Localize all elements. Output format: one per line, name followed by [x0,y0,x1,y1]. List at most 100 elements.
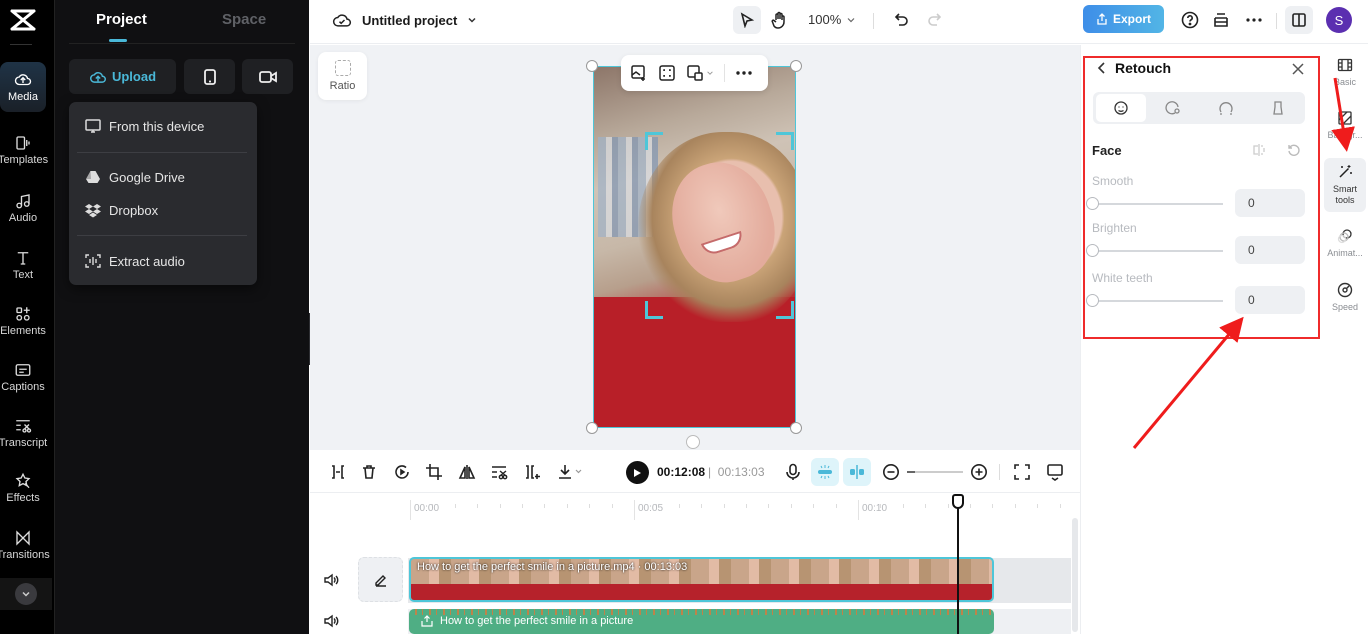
google-drive-icon [86,171,100,183]
video-clip-label: How to get the perfect smile in a pictur… [417,561,688,573]
background-icon [1338,111,1352,125]
stack-menu-button[interactable] [1207,6,1235,34]
playhead-line[interactable] [957,508,959,634]
timeline-scrollbar[interactable] [1072,518,1078,632]
layout-toggle-button[interactable] [1285,6,1313,34]
auto-snap-toggle[interactable] [811,458,839,486]
menu-item-extract-audio[interactable]: Extract audio [85,253,185,269]
rotate-handle[interactable] [686,435,700,449]
phone-upload-button[interactable] [184,59,235,94]
rail-label: Media [8,91,38,103]
cursor-icon [740,12,755,28]
help-button[interactable] [1176,6,1204,34]
fit-frame-icon[interactable] [658,64,676,82]
rail-item-transcript[interactable]: Transcript [0,408,47,458]
rail-item-captions[interactable]: Captions [0,352,46,402]
upload-dropdown-menu: From this device Google Drive Dropbox Ex… [69,102,257,285]
resize-handle-br[interactable] [790,422,802,434]
project-title-menu[interactable]: Untitled project [332,11,477,29]
delete-button[interactable] [359,462,379,482]
fullscreen-icon [1014,464,1030,480]
zoom-in-button[interactable] [969,462,989,482]
menu-divider [77,235,247,236]
user-avatar[interactable]: S [1326,7,1352,33]
rail-item-text[interactable]: Text [0,240,46,290]
tab-smart-tools[interactable]: Smart tools [1324,158,1366,212]
display-settings-button[interactable] [1045,462,1065,482]
video-track-volume-icon[interactable] [323,572,339,588]
download-menu-button[interactable] [554,462,586,482]
phone-icon [203,68,216,85]
more-horizontal-icon [1246,18,1262,22]
menu-item-google-drive[interactable]: Google Drive [85,169,185,185]
playhead-handle[interactable] [952,494,964,509]
record-voiceover-button[interactable] [783,462,803,482]
split-button[interactable] [328,462,348,482]
zoom-level-select[interactable]: 100% [808,12,856,27]
rail-item-transitions[interactable]: Transitions [0,520,50,570]
resize-handle-bl[interactable] [586,422,598,434]
camera-icon [258,70,277,83]
ruler-tick [1037,504,1039,508]
timeline-zoom-slider[interactable] [907,471,963,473]
transcript-edit-button[interactable] [489,462,509,482]
ruler-tick [970,504,971,508]
select-tool-button[interactable] [733,6,761,34]
extracted-audio-icon [421,615,433,627]
record-camera-button[interactable] [242,59,293,94]
rail-item-effects[interactable]: Effects [0,463,46,513]
edit-cover-button[interactable] [358,557,403,602]
zoom-out-button[interactable] [881,462,901,482]
ruler-major-tick [410,500,411,520]
tab-animation[interactable]: Animat... [1324,228,1366,259]
replace-media-icon[interactable] [686,64,704,82]
tab-basic[interactable]: Basic [1324,57,1366,88]
hand-tool-button[interactable] [765,6,793,34]
tab-speed[interactable]: Speed [1324,282,1366,313]
ruler-tick [813,504,815,508]
mirror-icon [458,465,476,479]
elements-icon [16,307,30,321]
chevron-down-icon[interactable] [706,69,714,77]
more-horizontal-icon[interactable] [735,64,753,82]
ruler-tick [723,504,725,508]
upload-button[interactable]: Upload [69,59,176,94]
tab-space[interactable]: Space [222,11,266,28]
timeline[interactable]: 00:00 00:05 00:10 How to get the perfect… [310,494,1080,634]
fullscreen-button[interactable] [1012,462,1032,482]
crop-button[interactable] [424,462,444,482]
ruler-tick [835,504,837,508]
resize-handle-tr[interactable] [790,60,802,72]
resize-handle-tl[interactable] [586,60,598,72]
rail-item-media[interactable]: Media [0,62,46,112]
redo-button[interactable] [920,6,948,34]
more-options-button[interactable] [1240,6,1268,34]
play-button[interactable] [626,461,649,484]
audio-track-volume-icon[interactable] [323,613,339,629]
tab-background[interactable]: Backgr... [1324,110,1366,141]
rail-more-button[interactable] [0,578,52,610]
audio-clip[interactable]: How to get the perfect smile in a pictur… [409,609,994,634]
video-clip[interactable]: How to get the perfect smile in a pictur… [409,557,994,602]
ruler-label: 00:00 [414,503,440,514]
rail-item-elements[interactable]: Elements [0,296,46,346]
download-icon [559,465,582,479]
menu-item-from-device[interactable]: From this device [85,118,204,134]
mirror-button[interactable] [457,462,477,482]
add-image-icon[interactable] [630,64,648,82]
replay-button[interactable] [392,462,412,482]
undo-button[interactable] [888,6,916,34]
hand-icon [771,11,785,29]
video-preview[interactable] [593,66,796,428]
main-track-magnet-toggle[interactable] [843,458,871,486]
rail-item-audio[interactable]: Audio [0,183,46,233]
export-button[interactable]: Export [1083,5,1164,33]
menu-item-dropbox[interactable]: Dropbox [85,202,158,218]
chevron-down-icon [468,17,476,23]
tab-project[interactable]: Project [96,11,147,28]
ratio-button[interactable]: Ratio [318,52,367,100]
freeze-frame-button[interactable] [522,462,542,482]
rail-item-templates[interactable]: Templates [0,125,48,175]
ruler-tick [1014,504,1016,508]
video-clip-thumbnails [411,584,992,600]
